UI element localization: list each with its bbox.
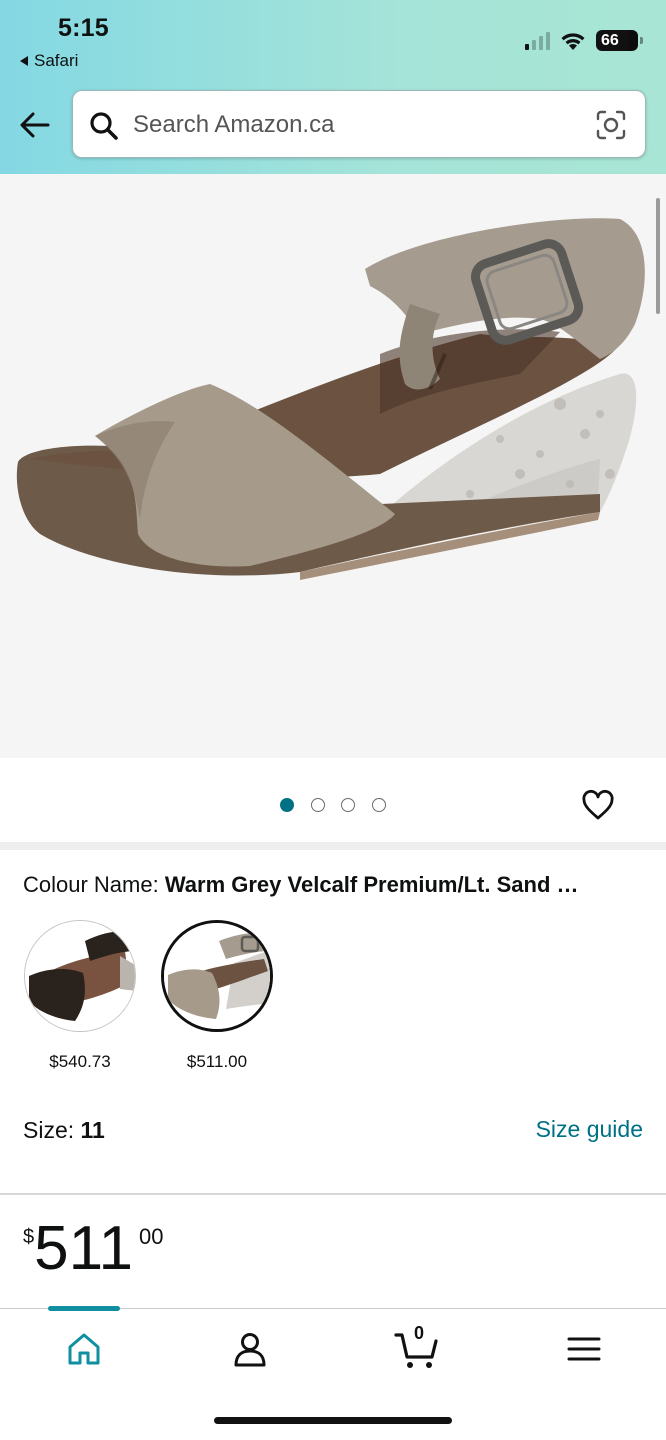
back-to-safari[interactable]: Safari: [20, 51, 78, 71]
account-icon[interactable]: [230, 1329, 270, 1369]
carousel-dot-2[interactable]: [311, 798, 325, 812]
size-guide-link[interactable]: Size guide: [536, 1116, 643, 1143]
colour-label: Colour Name:: [23, 872, 165, 897]
swatch-price-warm-grey: $511.00: [186, 1052, 248, 1071]
search-bar[interactable]: [72, 90, 646, 158]
back-app-label: Safari: [34, 51, 79, 70]
divider-line: [0, 1193, 666, 1195]
size-label: Size:: [23, 1117, 81, 1143]
colour-swatch-dark[interactable]: [24, 920, 136, 1032]
back-arrow-icon[interactable]: [18, 108, 52, 142]
status-time: 5:15: [58, 14, 109, 42]
home-icon[interactable]: [64, 1329, 104, 1369]
carousel-dot-3[interactable]: [341, 798, 355, 812]
product-image[interactable]: [0, 174, 666, 758]
price-currency: $: [23, 1226, 35, 1248]
wishlist-heart-icon[interactable]: [581, 789, 615, 823]
size-line: Size: 11: [23, 1117, 105, 1144]
page-scrollbar[interactable]: [656, 198, 660, 314]
colour-value: Warm Grey Velcalf Premium/Lt. Sand …: [164, 872, 579, 897]
colour-name-line: Colour Name: Warm Grey Velcalf Premium/L…: [23, 872, 643, 898]
cart-count: 0: [414, 1323, 425, 1343]
price-whole: 511: [34, 1214, 133, 1283]
home-indicator[interactable]: [214, 1417, 452, 1424]
product-price: $ 511 00: [23, 1218, 163, 1280]
menu-icon[interactable]: [564, 1329, 604, 1369]
grey-sandal-thumbnail: [164, 923, 270, 1029]
price-fraction: 00: [138, 1224, 164, 1249]
cellular-signal-icon: [525, 31, 550, 50]
search-icon: [90, 112, 118, 140]
battery-level: 66: [601, 31, 619, 49]
image-carousel-controls: [0, 758, 666, 842]
size-value: 11: [80, 1117, 105, 1143]
bottom-nav: 0: [0, 1306, 666, 1440]
sandal-image: [16, 218, 645, 580]
dark-sandal-thumbnail: [25, 921, 135, 1031]
app-header: 5:15 Safari 66: [0, 0, 666, 174]
colour-swatch-warm-grey[interactable]: [161, 920, 273, 1032]
camera-search-icon[interactable]: [595, 109, 627, 141]
active-tab-indicator: [48, 1306, 120, 1311]
wifi-icon: [561, 32, 585, 50]
swatch-price-dark: $540.73: [49, 1052, 111, 1071]
battery-icon: 66: [596, 30, 643, 51]
carousel-dot-4[interactable]: [372, 798, 386, 812]
back-triangle-icon: [20, 56, 28, 66]
status-icons: 66: [525, 30, 643, 51]
carousel-dot-1[interactable]: [280, 798, 294, 812]
section-divider: [0, 842, 666, 850]
search-input[interactable]: [133, 107, 573, 143]
